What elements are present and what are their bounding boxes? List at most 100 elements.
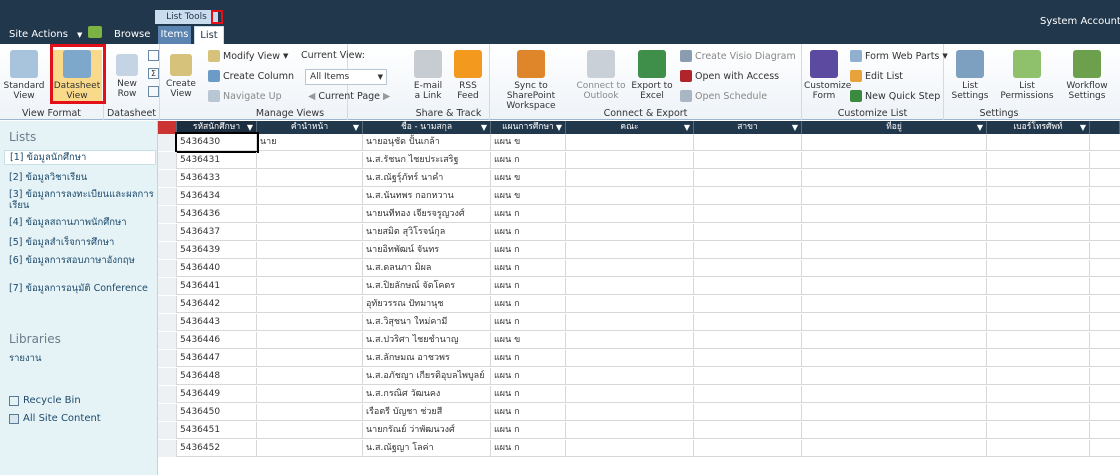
current-view-select[interactable]: All Items ▼ — [305, 69, 387, 85]
prev-page-icon[interactable]: ◀ — [308, 91, 315, 102]
table-cell[interactable] — [257, 386, 363, 403]
table-cell[interactable] — [566, 440, 694, 457]
table-cell[interactable]: 5436442 — [177, 296, 257, 313]
row-selector[interactable] — [158, 440, 177, 457]
table-row[interactable]: 5436448 น.ส.อภัชญา เกียรติอุบลไพบูลย์ แผน … — [158, 368, 1120, 385]
create-view-button[interactable]: Create View — [166, 50, 196, 99]
table-cell[interactable] — [257, 152, 363, 169]
table-cell[interactable]: แผน ก — [491, 206, 566, 223]
site-actions-menu[interactable]: Site Actions — [9, 29, 68, 40]
table-cell[interactable] — [257, 440, 363, 457]
table-cell[interactable]: 5436447 — [177, 350, 257, 367]
table-cell[interactable] — [987, 332, 1090, 349]
table-cell[interactable] — [802, 422, 987, 439]
table-cell[interactable]: น.ส.ลักษมณ อาชวพร — [363, 350, 491, 367]
tab-browse[interactable]: Browse — [114, 29, 150, 40]
row-selector[interactable] — [158, 188, 177, 205]
table-cell[interactable] — [802, 314, 987, 331]
table-cell[interactable]: น.ส.อภัชญา เกียรติอุบลไพบูลย์ — [363, 368, 491, 385]
row-selector[interactable] — [158, 278, 177, 295]
table-cell[interactable] — [566, 260, 694, 277]
table-cell[interactable] — [694, 386, 802, 403]
table-cell[interactable]: 5436451 — [177, 422, 257, 439]
column-header[interactable]: เบอร์โทรศัพท์ ▼ — [987, 121, 1090, 134]
table-cell[interactable]: 5436448 — [177, 368, 257, 385]
edit-list-button[interactable]: Edit List — [850, 70, 903, 82]
row-selector[interactable] — [158, 314, 177, 331]
table-cell[interactable] — [257, 170, 363, 187]
table-cell[interactable] — [802, 206, 987, 223]
table-cell[interactable]: แผน ก — [491, 152, 566, 169]
table-row[interactable]: 5436447 น.ส.ลักษมณ อาชวพร แผน ก — [158, 350, 1120, 367]
row-selector[interactable] — [158, 260, 177, 277]
table-row[interactable]: 5436441 น.ส.ปิยลักษณ์ จัดโคตร แผน ก — [158, 278, 1120, 295]
row-selector[interactable] — [158, 206, 177, 223]
table-cell[interactable]: แผน ก — [491, 260, 566, 277]
table-cell[interactable] — [802, 296, 987, 313]
table-cell[interactable]: 5436449 — [177, 386, 257, 403]
table-cell[interactable] — [802, 242, 987, 259]
table-row[interactable]: 5436449 น.ส.กรณิศ วัฒนคง แผน ก — [158, 386, 1120, 403]
table-cell[interactable]: 5436431 — [177, 152, 257, 169]
tab-items[interactable]: Items — [158, 26, 191, 44]
table-cell[interactable]: แผน ก — [491, 350, 566, 367]
table-cell[interactable] — [694, 224, 802, 241]
table-cell[interactable]: 5436437 — [177, 224, 257, 241]
email-link-button[interactable]: E-mail a Link — [410, 50, 446, 101]
table-cell[interactable]: แผน ก — [491, 296, 566, 313]
table-cell[interactable] — [987, 296, 1090, 313]
nav-item-status[interactable]: [4] ข้อมูลสถานภาพนักศึกษา — [9, 217, 154, 228]
row-selector[interactable] — [158, 350, 177, 367]
create-visio-button[interactable]: Create Visio Diagram — [680, 50, 796, 62]
table-cell[interactable] — [566, 422, 694, 439]
table-cell[interactable] — [694, 404, 802, 421]
row-selector[interactable] — [158, 134, 177, 151]
row-selector[interactable] — [158, 224, 177, 241]
table-cell[interactable]: นาย — [257, 134, 363, 151]
chevron-down-icon[interactable]: ▼ — [792, 121, 798, 134]
table-cell[interactable]: แผน ก — [491, 386, 566, 403]
rss-feed-button[interactable]: RSS Feed — [450, 50, 486, 101]
table-cell[interactable] — [987, 224, 1090, 241]
table-cell[interactable] — [694, 296, 802, 313]
table-cell[interactable] — [802, 224, 987, 241]
table-cell[interactable] — [987, 404, 1090, 421]
table-cell[interactable]: 5436452 — [177, 440, 257, 457]
table-cell[interactable] — [694, 350, 802, 367]
table-cell[interactable]: แผน ก — [491, 224, 566, 241]
table-cell[interactable] — [566, 278, 694, 295]
table-cell[interactable] — [257, 314, 363, 331]
table-cell[interactable]: แผน ก — [491, 422, 566, 439]
table-row[interactable]: 5436446 น.ส.ปวริศา ไชยชำนาญ แผน ข — [158, 332, 1120, 349]
workflow-settings-button[interactable]: Workflow Settings — [1060, 50, 1114, 101]
table-cell[interactable]: แผน ข — [491, 170, 566, 187]
table-cell[interactable] — [987, 170, 1090, 187]
table-cell[interactable]: แผน ข — [491, 134, 566, 151]
table-cell[interactable] — [802, 440, 987, 457]
chevron-down-icon[interactable]: ▼ — [1080, 121, 1086, 134]
table-cell[interactable]: นายกรัณย์ ว่าพัฒนวงศ์ — [363, 422, 491, 439]
table-row[interactable]: 5436440 น.ส.ดลนภา มิผล แผน ก — [158, 260, 1120, 277]
table-cell[interactable]: น.ส.ณัฐรุ์ภัทร์ นาคำ — [363, 170, 491, 187]
table-row[interactable]: 5436443 น.ส.วิสุชนา ใหม่คามี แผน ก — [158, 314, 1120, 331]
tab-list[interactable]: List — [194, 26, 224, 44]
table-cell[interactable]: แผน ก — [491, 368, 566, 385]
table-cell[interactable]: น.ส.นันทพร กอกหวาน — [363, 188, 491, 205]
table-cell[interactable] — [802, 260, 987, 277]
select-all-icon[interactable] — [158, 121, 177, 134]
table-cell[interactable]: แผน ก — [491, 440, 566, 457]
table-cell[interactable] — [987, 278, 1090, 295]
table-cell[interactable] — [694, 422, 802, 439]
table-cell[interactable] — [802, 332, 987, 349]
table-cell[interactable] — [566, 152, 694, 169]
table-cell[interactable] — [987, 422, 1090, 439]
table-cell[interactable] — [694, 368, 802, 385]
nav-item-courses[interactable]: [2] ข้อมูลวิชาเรียน — [9, 172, 154, 183]
open-access-button[interactable]: Open with Access — [680, 70, 779, 82]
table-cell[interactable] — [694, 206, 802, 223]
table-cell[interactable] — [566, 350, 694, 367]
chevron-down-icon[interactable]: ▼ — [481, 121, 487, 134]
table-cell[interactable] — [257, 188, 363, 205]
table-cell[interactable] — [257, 368, 363, 385]
table-cell[interactable] — [566, 170, 694, 187]
